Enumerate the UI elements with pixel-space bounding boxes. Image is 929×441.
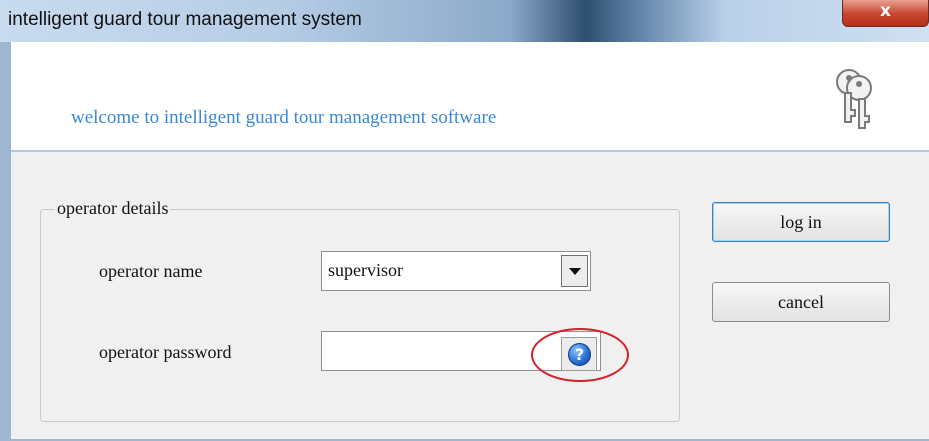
dropdown-button[interactable] — [561, 255, 588, 287]
window-title: intelligent guard tour management system — [8, 9, 362, 30]
operator-details-group — [40, 209, 680, 422]
operator-name-select[interactable]: supervisor — [321, 251, 591, 291]
close-icon: x — [880, 1, 891, 21]
welcome-text: welcome to intelligent guard tour manage… — [71, 107, 497, 128]
title-bar: intelligent guard tour management system… — [0, 0, 929, 42]
cancel-button[interactable]: cancel — [712, 282, 890, 322]
log-in-button[interactable]: log in — [712, 202, 890, 242]
operator-password-label: operator password — [99, 342, 232, 362]
group-title: operator details — [55, 198, 171, 219]
chevron-down-icon — [569, 268, 581, 275]
dialog-body: welcome to intelligent guard tour manage… — [11, 42, 929, 439]
operator-name-label: operator name — [99, 261, 203, 281]
highlight-circle — [531, 328, 629, 382]
operator-name-value: supervisor — [328, 260, 403, 280]
welcome-banner: welcome to intelligent guard tour manage… — [11, 42, 929, 152]
keys-icon — [836, 69, 872, 129]
close-button[interactable]: x — [842, 0, 929, 27]
